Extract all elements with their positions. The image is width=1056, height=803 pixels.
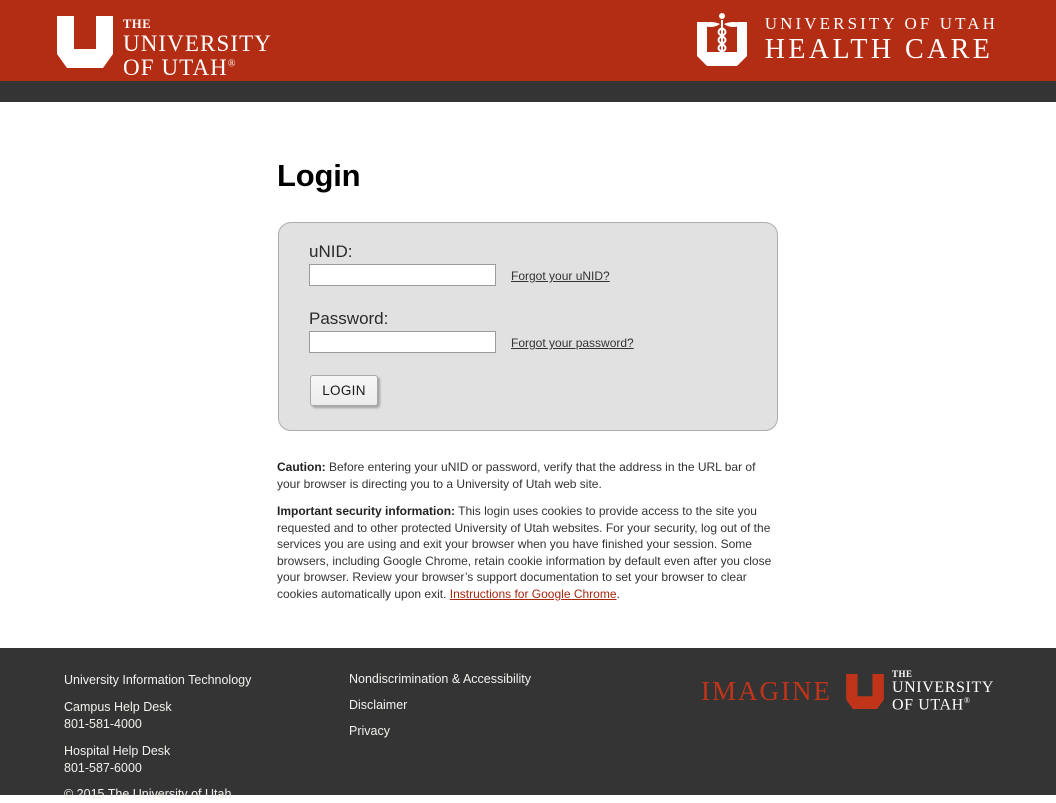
university-of-utah-health-care-logo[interactable]: UNIVERSITY OF UTAH HEALTH CARE bbox=[691, 8, 998, 70]
hospital-help-desk-label: Hospital Help Desk bbox=[64, 743, 171, 758]
campus-help-desk-label: Campus Help Desk bbox=[64, 699, 172, 714]
header-accent-rule bbox=[0, 81, 1056, 102]
block-u-icon bbox=[57, 16, 113, 68]
login-submit-button[interactable]: LOGIN bbox=[310, 375, 378, 406]
unid-input[interactable] bbox=[309, 264, 496, 286]
chrome-instructions-link[interactable]: Instructions for Google Chrome bbox=[450, 587, 617, 601]
footer-campus-help-desk: Campus Help Desk 801-581-4000 bbox=[64, 699, 251, 733]
security-info-label: Important security information: bbox=[277, 504, 456, 519]
footer-link-nondiscrimination[interactable]: Nondiscrimination & Accessibility bbox=[349, 672, 531, 686]
campus-help-desk-phone: 801-581-4000 bbox=[64, 716, 142, 731]
block-u-icon bbox=[846, 674, 884, 710]
imagine-wordmark: IMAGINE bbox=[701, 676, 832, 707]
logo-line-the: THE bbox=[123, 17, 152, 31]
imagine-logo-wordmark: THE UNIVERSITY OF UTAH® bbox=[892, 670, 994, 713]
health-care-wordmark: UNIVERSITY OF UTAH HEALTH CARE bbox=[765, 15, 998, 64]
health-care-line-2: HEALTH CARE bbox=[764, 33, 994, 65]
logo-line-of-utah: OF UTAH® bbox=[123, 54, 237, 80]
caution-body: Before entering your uNID or password, v… bbox=[277, 460, 756, 491]
footer-links-column: Nondiscrimination & Accessibility Discla… bbox=[349, 672, 531, 750]
caution-paragraph: Caution: Before entering your uNID or pa… bbox=[277, 459, 777, 492]
security-notices: Caution: Before entering your uNID or pa… bbox=[277, 459, 777, 613]
university-of-utah-logo[interactable]: THE UNIVERSITY OF UTAH® bbox=[57, 16, 272, 79]
security-info-paragraph: Important security information: This log… bbox=[277, 503, 777, 602]
imagine-line-the: THE bbox=[892, 669, 913, 679]
footer-contact-column: University Information Technology Campus… bbox=[64, 672, 251, 803]
footer-link-disclaimer[interactable]: Disclaimer bbox=[349, 698, 531, 712]
university-logo-wordmark: THE UNIVERSITY OF UTAH® bbox=[123, 16, 272, 79]
imagine-line-of-utah: OF UTAH® bbox=[892, 696, 971, 714]
page-title: Login bbox=[277, 158, 361, 193]
caution-label: Caution: bbox=[277, 460, 326, 474]
footer-link-privacy[interactable]: Privacy bbox=[349, 724, 531, 738]
hospital-help-desk-phone: 801-587-6000 bbox=[64, 760, 142, 775]
imagine-line-university: UNIVERSITY bbox=[892, 679, 994, 696]
forgot-password-link[interactable]: Forgot your password? bbox=[511, 336, 634, 350]
forgot-unid-link[interactable]: Forgot your uNID? bbox=[511, 269, 610, 283]
caduceus-u-icon bbox=[696, 13, 747, 66]
health-care-line-1: UNIVERSITY OF UTAH bbox=[764, 13, 998, 33]
security-info-period: . bbox=[616, 586, 620, 601]
imagine-u-logo[interactable]: IMAGINE THE UNIVERSITY OF UTAH® bbox=[701, 670, 994, 713]
site-footer: University Information Technology Campus… bbox=[0, 648, 1056, 801]
footer-org-name: University Information Technology bbox=[64, 673, 252, 687]
login-form-panel: uNID: Forgot your uNID? Password: Forgot… bbox=[278, 222, 778, 431]
unid-label: uNID: bbox=[309, 242, 353, 261]
password-label: Password: bbox=[309, 309, 389, 328]
password-input[interactable] bbox=[309, 331, 496, 353]
footer-hospital-help-desk: Hospital Help Desk 801-587-6000 bbox=[64, 743, 251, 777]
logo-line-university: UNIVERSITY bbox=[123, 30, 272, 56]
